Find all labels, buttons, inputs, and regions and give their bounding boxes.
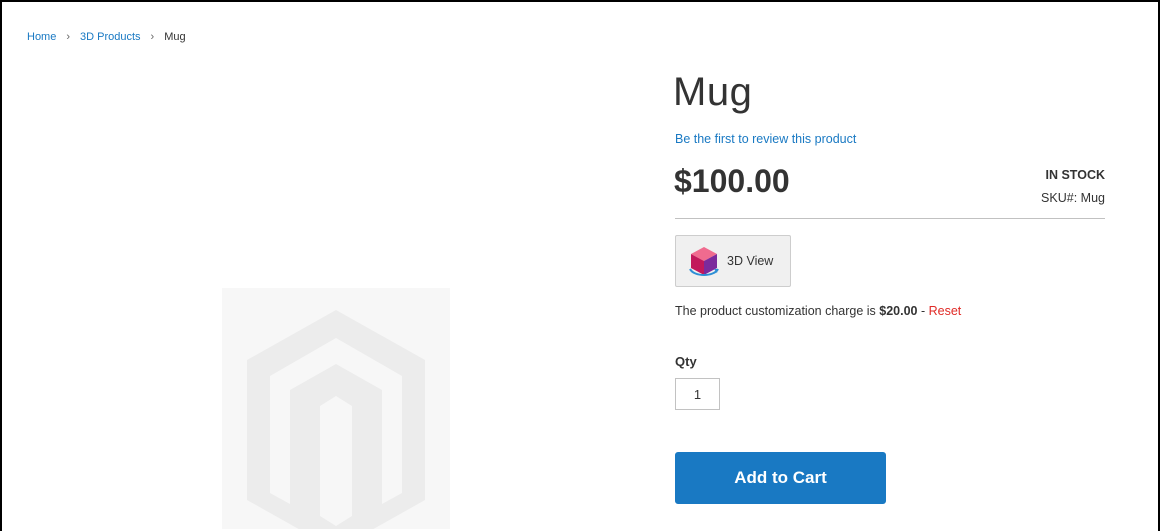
view-3d-button[interactable]: 3D View [675,235,791,287]
breadcrumb-home-link[interactable]: Home [27,31,56,43]
chevron-right-icon: › [150,31,155,43]
customization-separator: - [917,304,929,318]
qty-input[interactable] [675,378,720,410]
stock-status: IN STOCK [1045,168,1106,182]
breadcrumb: Home › 3D Products › Mug [27,31,186,43]
page-frame [0,0,1160,531]
product-image-placeholder [222,288,450,529]
reset-link[interactable]: Reset [929,304,962,318]
sku-value: Mug [1080,191,1105,205]
magento-logo-icon [247,310,425,529]
sku-label: SKU#: [1041,191,1078,205]
page-title: Mug [673,70,753,114]
qty-label: Qty [675,354,697,369]
view-3d-label: 3D View [727,254,774,268]
customization-amount: $20.00 [879,304,918,318]
divider [675,218,1105,219]
breadcrumb-category-link[interactable]: 3D Products [80,31,141,43]
chevron-right-icon: › [66,31,71,43]
add-to-cart-button[interactable]: Add to Cart [675,452,886,504]
review-link[interactable]: Be the first to review this product [675,132,856,146]
product-price: $100.00 [674,163,790,199]
breadcrumb-current: Mug [164,31,186,43]
customization-charge: The product customization charge is $20.… [675,304,961,318]
cube-3d-icon [689,247,719,276]
sku-line: SKU#: Mug [1041,191,1105,205]
customization-text: The product customization charge is [675,304,880,318]
